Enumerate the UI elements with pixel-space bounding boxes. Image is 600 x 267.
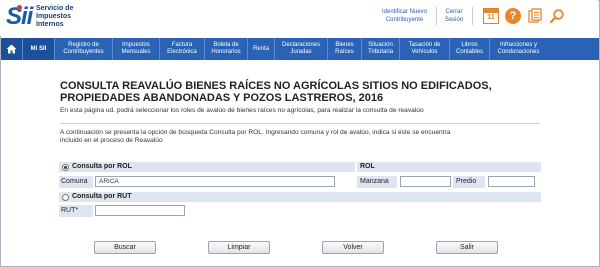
limpiar-button[interactable]: Limpiar (208, 241, 270, 254)
cerrar-line2: Sesión (444, 17, 464, 23)
nav-label: Impuestos (122, 42, 150, 48)
volver-button[interactable]: Volver (322, 241, 384, 254)
help-icon[interactable]: ? (505, 8, 521, 24)
nav-label: Tasación de (408, 42, 441, 48)
consulta-rol-label: Consulta por ROL (72, 163, 132, 170)
nav-label: Contables (455, 49, 484, 55)
main-nav: Mi SII Registro de Contribuyentes Impuest… (1, 38, 599, 60)
manzana-label: Manzana (360, 178, 389, 185)
action-buttons: Buscar Limpiar Volver Salir (0, 241, 600, 255)
rol-header-label: ROL (360, 163, 375, 170)
nav-label: Declaraciones (281, 42, 321, 48)
nav-label: Tributaria (367, 49, 394, 55)
page-subtitle: En esta página ud. podrá seleccionar los… (60, 107, 424, 114)
rol-header-bar (357, 162, 541, 172)
logo-text: Servicio de Impuestos Internos (36, 5, 73, 29)
nav-label: Mensuales (121, 49, 151, 55)
nav-item-declaraciones[interactable]: Declaraciones Juradas (275, 38, 328, 60)
nav-item-impuestos[interactable]: Impuestos Mensuales (113, 38, 160, 60)
logo-dot (17, 5, 22, 10)
nav-label: Boleta de (213, 42, 239, 48)
nav-label: Contribuyentes (63, 49, 104, 55)
nav-item-bienes-raices[interactable]: Bienes Raíces (328, 38, 362, 60)
content-divider (60, 123, 540, 124)
nav-item-boleta[interactable]: Boleta de Honorarios (205, 38, 248, 60)
nav-label: Juradas (290, 49, 312, 55)
page-title-line1: CONSULTA REAVALÚO BIENES RAÍCES NO AGRÍC… (60, 80, 492, 92)
comuna-input[interactable]: ARICA (95, 176, 335, 187)
predio-label: Predio (456, 178, 477, 185)
identificar-line2: Contribuyente (385, 17, 424, 23)
intro-text: A continuación se presenta la opción de … (60, 129, 540, 145)
buscar-button[interactable]: Buscar (94, 241, 156, 254)
nav-label: Vehículos (411, 49, 438, 55)
nav-label: Renta (252, 45, 269, 52)
nav-label: Honorarios (211, 49, 241, 55)
home-icon (6, 44, 17, 54)
nav-label: Factura (171, 42, 193, 48)
logo-text-line: Servicio de (36, 5, 74, 12)
consulta-rol-radio[interactable] (62, 164, 69, 171)
comuna-label: Comuna (61, 178, 88, 185)
nav-label: Registro de (68, 42, 99, 48)
calendar-icon[interactable]: 11 (483, 8, 499, 24)
nav-label: Electrónica (167, 49, 197, 55)
nav-label: Mi SII (30, 45, 47, 52)
search-icon[interactable] (549, 8, 565, 24)
calendar-day: 11 (487, 14, 495, 21)
identificar-nuevo-contribuyente-link[interactable]: Identificar Nuevo Contribuyente (377, 8, 432, 24)
nav-label: Libros (461, 42, 478, 48)
header-divider (436, 7, 437, 25)
nav-item-infracciones[interactable]: Infracciones y Condonaciones (490, 38, 547, 60)
predio-input[interactable] (488, 176, 535, 187)
identificar-line1: Identificar Nuevo (381, 9, 428, 15)
help-glyph: ? (509, 10, 517, 22)
page-title: CONSULTA REAVALÚO BIENES RAÍCES NO AGRÍC… (60, 80, 580, 104)
header-divider (472, 7, 473, 25)
nav-item-factura[interactable]: Factura Electrónica (160, 38, 205, 60)
page-title-line2: PROPIEDADES ABANDONADAS Y POZOS LASTRERO… (60, 92, 384, 104)
nav-label: Raíces (335, 49, 354, 55)
site-header: Sii Servicio de Impuestos Internos Ident… (0, 0, 598, 36)
logo-text-line: Internos (36, 21, 64, 28)
consulta-rut-radio[interactable] (62, 194, 69, 201)
nav-item-situacion[interactable]: Situación Tributaria (362, 38, 400, 60)
manzana-input[interactable] (400, 176, 451, 187)
cerrar-sesion-link[interactable]: Cerrar Sesión (442, 8, 466, 24)
nav-label: Situación (368, 42, 393, 48)
consulta-rut-label: Consulta por RUT (72, 193, 132, 200)
logo-text-line: Impuestos (36, 13, 72, 20)
consulta-form: Consulta por ROL ROL Comuna ARICA Manzan… (59, 162, 541, 217)
nav-home[interactable] (1, 38, 23, 60)
intro-line1: A continuación se presenta la opción de … (60, 129, 451, 136)
rut-label: RUT* (61, 207, 79, 214)
header-icons: 11 ? (483, 8, 565, 24)
nav-item-mi-sii[interactable]: Mi SII (23, 38, 55, 60)
nav-label: Infracciones y (499, 42, 537, 48)
sii-logo[interactable]: Sii Servicio de Impuestos Internos (6, 4, 96, 32)
nav-item-tasacion[interactable]: Tasación de Vehículos (400, 38, 450, 60)
nav-label: Bienes (335, 42, 354, 48)
nav-label: Condonaciones (497, 49, 540, 55)
salir-button[interactable]: Salir (436, 241, 498, 254)
rut-input[interactable] (95, 205, 185, 216)
nav-item-registro[interactable]: Registro de Contribuyentes (55, 38, 113, 60)
cerrar-line1: Cerrar (445, 9, 463, 15)
nav-item-renta[interactable]: Renta (248, 38, 275, 60)
intro-line2: incluido en el proceso de Reavalúo (60, 137, 163, 144)
nav-item-libros[interactable]: Libros Contables (450, 38, 490, 60)
documents-icon[interactable] (527, 8, 543, 24)
